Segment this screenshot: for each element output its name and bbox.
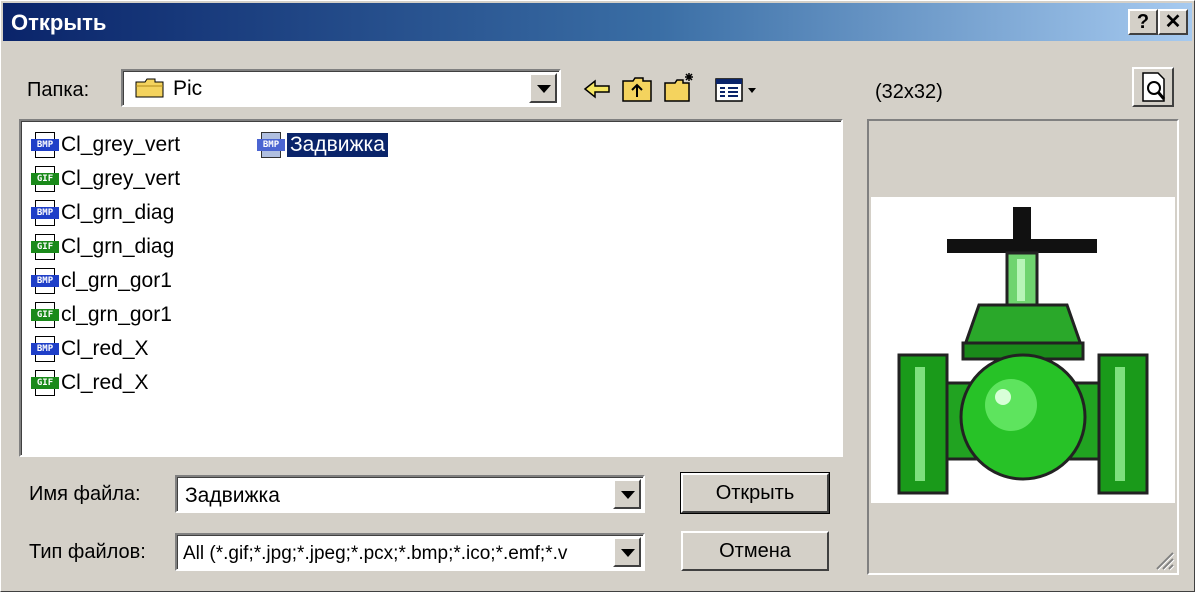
folder-combo[interactable]: Pic — [121, 69, 561, 107]
gate-valve-image — [897, 207, 1149, 495]
view-menu-icon[interactable] — [713, 71, 761, 107]
filename-dropdown-button[interactable] — [613, 479, 641, 509]
folder-icon — [135, 78, 165, 98]
gif-file-icon: GIF — [31, 302, 59, 328]
resize-grip-icon[interactable] — [1151, 547, 1175, 571]
cancel-button[interactable]: Отмена — [681, 531, 829, 571]
filename-label: Имя файла: — [29, 483, 141, 505]
folder-label: Папка: — [27, 79, 90, 101]
file-list[interactable]: BMP Cl_grey_vert GIF Cl_grey_vert BMP Cl… — [19, 119, 843, 457]
list-item[interactable]: BMP Cl_red_X — [31, 335, 149, 363]
bmp-file-icon: BMP — [257, 132, 285, 158]
bmp-file-icon: BMP — [31, 268, 59, 294]
filename-input[interactable]: Задвижка — [185, 484, 280, 508]
gif-file-icon: GIF — [31, 234, 59, 260]
window-title: Открыть — [11, 10, 107, 35]
open-dialog: Открыть ? ✕ Папка: Pic (32x32) BMP Cl_gr… — [0, 0, 1195, 592]
list-item[interactable]: GIF cl_grn_gor1 — [31, 301, 172, 329]
list-item[interactable]: GIF Cl_red_X — [31, 369, 149, 397]
bmp-file-icon: BMP — [31, 200, 59, 226]
bmp-file-icon: BMP — [31, 336, 59, 362]
preview-size-label: (32x32) — [875, 81, 943, 103]
filetype-value: All (*.gif;*.jpg;*.jpeg;*.pcx;*.bmp;*.ic… — [183, 543, 568, 564]
preview-icon[interactable] — [1132, 67, 1174, 107]
gif-file-icon: GIF — [31, 166, 59, 192]
title-bar[interactable]: Открыть ? ✕ — [3, 3, 1192, 41]
filename-combo[interactable]: Задвижка — [175, 475, 645, 513]
back-arrow-icon[interactable] — [579, 71, 615, 107]
preview-image — [871, 197, 1175, 503]
open-button[interactable]: Открыть — [680, 472, 830, 514]
list-item[interactable]: BMP Cl_grn_diag — [31, 199, 174, 227]
folder-value: Pic — [173, 77, 203, 100]
list-item[interactable]: GIF Cl_grn_diag — [31, 233, 174, 261]
help-button[interactable]: ? — [1128, 9, 1158, 35]
bmp-file-icon: BMP — [31, 132, 59, 158]
list-item[interactable]: GIF Cl_grey_vert — [31, 165, 180, 193]
list-item[interactable]: BMP Cl_grey_vert — [31, 131, 180, 159]
preview-panel — [867, 119, 1179, 575]
list-item[interactable]: BMP cl_grn_gor1 — [31, 267, 172, 295]
close-button[interactable]: ✕ — [1158, 9, 1188, 35]
filetype-dropdown-button[interactable] — [613, 537, 641, 567]
list-item-selected[interactable]: BMP Задвижка — [257, 131, 389, 159]
filetype-combo[interactable]: All (*.gif;*.jpg;*.jpeg;*.pcx;*.bmp;*.ic… — [175, 533, 645, 571]
filetype-label: Тип файлов: — [29, 541, 146, 563]
new-folder-icon[interactable] — [661, 71, 697, 107]
folder-dropdown-button[interactable] — [529, 73, 557, 103]
gif-file-icon: GIF — [31, 370, 59, 396]
up-folder-icon[interactable] — [619, 71, 655, 107]
